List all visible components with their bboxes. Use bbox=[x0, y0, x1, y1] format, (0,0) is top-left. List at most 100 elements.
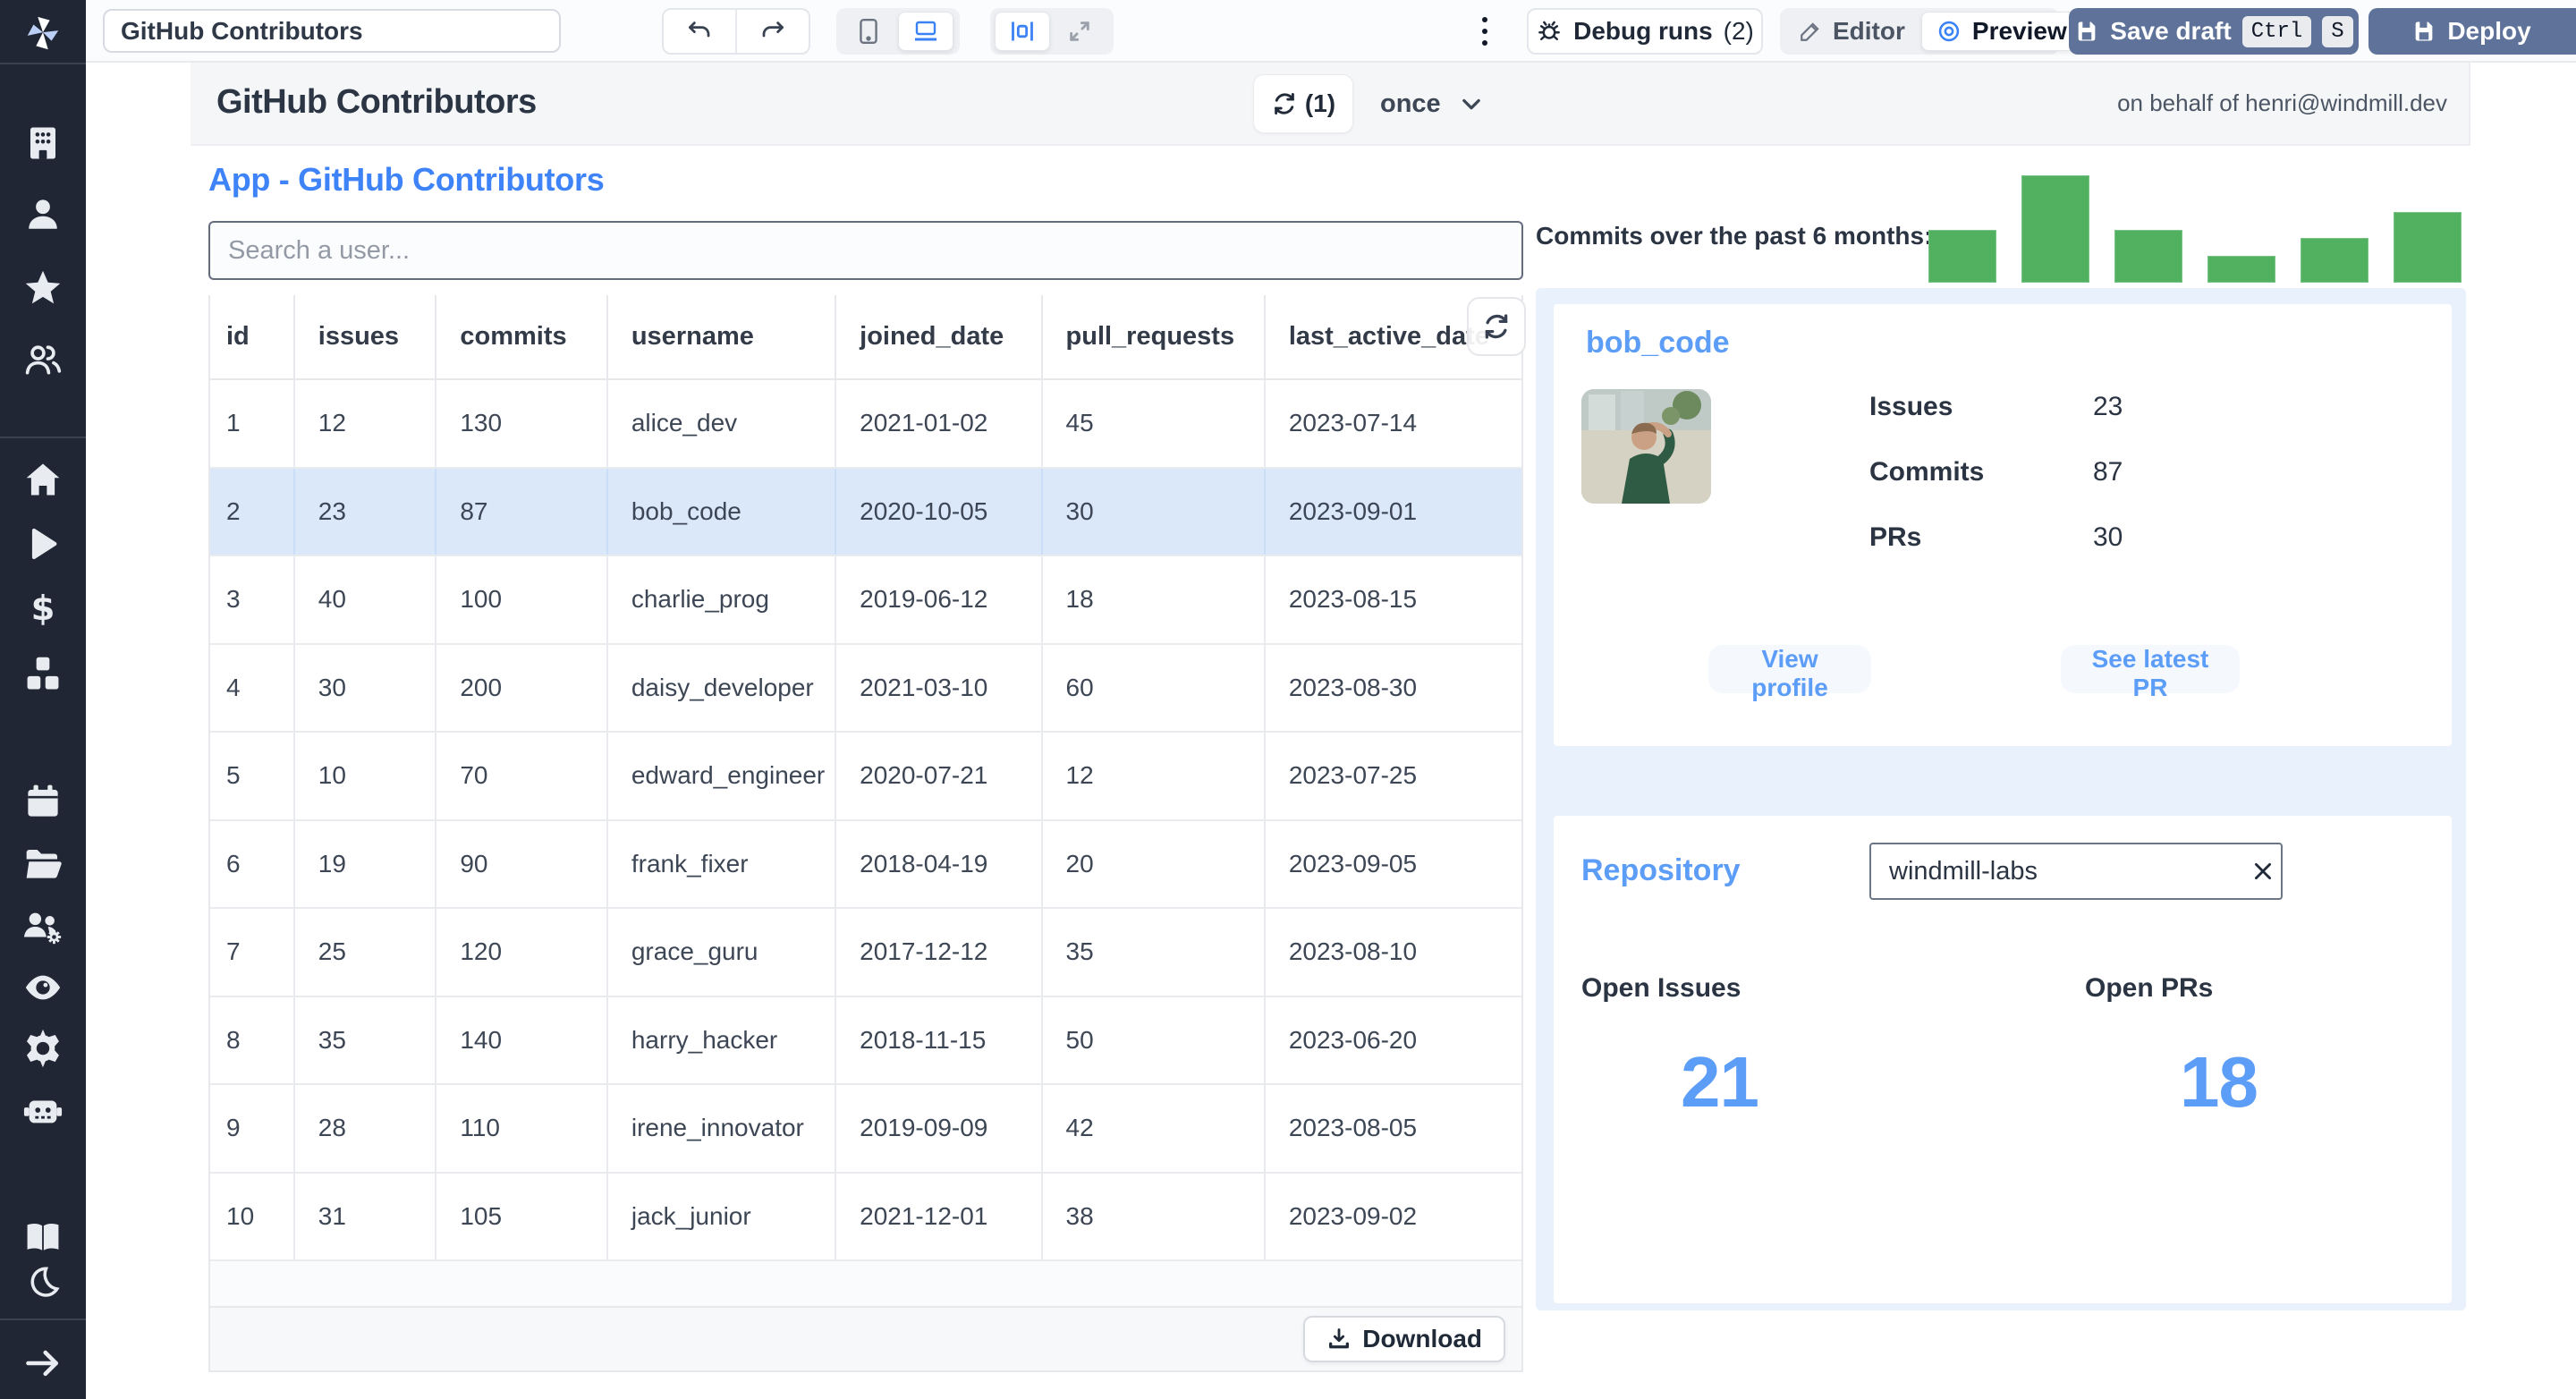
commit-bar bbox=[2394, 212, 2462, 283]
see-latest-pr-button[interactable]: See latest PR bbox=[2061, 645, 2240, 701]
centered-layout-toggle[interactable] bbox=[995, 12, 1050, 51]
eye-icon[interactable] bbox=[0, 962, 86, 1013]
cubes-icon[interactable] bbox=[0, 649, 86, 700]
more-options-button[interactable] bbox=[1463, 10, 1506, 53]
table-row[interactable]: 1 12 130 alice_dev 2021-01-02 45 2023-07-14 bbox=[210, 380, 1521, 469]
table-cell: 19 bbox=[295, 820, 437, 907]
app-header-band: GitHub Contributors (1) once on behalf o… bbox=[191, 63, 2470, 146]
table-row[interactable]: 9 28 110 irene_innovator 2019-09-09 42 2023-08… bbox=[210, 1085, 1521, 1174]
table-cell: 4 bbox=[210, 644, 295, 731]
search-user-input[interactable] bbox=[208, 221, 1523, 280]
table-cell: 8 bbox=[210, 996, 295, 1083]
dollar-icon[interactable]: $ bbox=[0, 583, 86, 633]
editor-tab[interactable]: Editor bbox=[1784, 12, 1919, 51]
table-row[interactable]: 10 31 105 jack_junior 2021-12-01 38 2023-09-02 bbox=[210, 1173, 1521, 1261]
contributors-table: id issues commits username joined_date pull_r… bbox=[208, 295, 1523, 1372]
fullwidth-layout-toggle[interactable] bbox=[1052, 12, 1107, 51]
undo-button[interactable] bbox=[664, 10, 735, 53]
table-cell: 10 bbox=[295, 733, 437, 819]
windmill-logo-icon[interactable] bbox=[0, 9, 86, 59]
svg-text:$: $ bbox=[31, 589, 55, 628]
open-issues-label: Open Issues bbox=[1581, 973, 1741, 1003]
download-button[interactable]: Download bbox=[1303, 1316, 1505, 1362]
clear-input-button[interactable] bbox=[2244, 846, 2281, 896]
repository-input[interactable] bbox=[1871, 856, 2244, 886]
table-cell: 40 bbox=[295, 556, 437, 643]
preview-label: Preview bbox=[1971, 17, 2067, 45]
stat-label: PRs bbox=[1869, 521, 1922, 552]
table-cell: 45 bbox=[1043, 380, 1266, 467]
table-cell: 50 bbox=[1043, 996, 1266, 1083]
table-cell: 2019-09-09 bbox=[836, 1085, 1043, 1172]
debug-runs-button[interactable]: Debug runs (2) bbox=[1527, 8, 1763, 55]
commits-bar-chart bbox=[1928, 175, 2462, 283]
table-cell: 2023-08-15 bbox=[1288, 585, 1418, 614]
user-group-icon[interactable] bbox=[0, 335, 86, 385]
app-header-title: GitHub Contributors bbox=[216, 83, 537, 121]
schedule-dropdown[interactable]: once bbox=[1371, 74, 1493, 133]
mobile-view-toggle[interactable] bbox=[841, 12, 896, 51]
table-row[interactable]: 3 40 100 charlie_prog 2019-06-12 18 2023-08-15 bbox=[210, 556, 1521, 645]
table-row[interactable]: 6 19 90 frank_fixer 2018-04-19 20 2023-09-05 bbox=[210, 820, 1521, 909]
preview-tab[interactable]: Preview bbox=[1920, 12, 2082, 51]
gear-icon[interactable] bbox=[0, 1023, 86, 1073]
home-icon[interactable] bbox=[0, 454, 86, 504]
calendar-icon[interactable] bbox=[0, 776, 86, 827]
undo-redo-group bbox=[662, 8, 810, 55]
robot-icon[interactable] bbox=[0, 1086, 86, 1136]
table-cell: 3 bbox=[210, 556, 295, 643]
floppy-icon bbox=[2415, 21, 2433, 41]
deploy-main-button[interactable]: Deploy bbox=[2368, 8, 2574, 55]
table-cell: 12 bbox=[1043, 733, 1266, 819]
sidebar-divider bbox=[0, 1318, 86, 1320]
table-row[interactable]: 4 30 200 daisy_developer 2021-03-10 60 2023-08… bbox=[210, 644, 1521, 733]
table-cell: 70 bbox=[436, 733, 608, 819]
table-cell: 18 bbox=[1043, 556, 1266, 643]
table-cell: 23 bbox=[295, 468, 437, 555]
folder-open-icon[interactable] bbox=[0, 839, 86, 889]
book-icon[interactable] bbox=[0, 1213, 86, 1263]
table-cell: 35 bbox=[295, 996, 437, 1083]
table-header-row: id issues commits username joined_date pull_r… bbox=[210, 295, 1521, 380]
table-row[interactable]: 8 35 140 harry_hacker 2018-11-15 50 2023-06-20 bbox=[210, 996, 1521, 1085]
app-refresh-button[interactable]: (1) bbox=[1253, 74, 1353, 133]
table-cell: 2020-10-05 bbox=[836, 468, 1043, 555]
kbd-ctrl: Ctrl bbox=[2241, 15, 2312, 47]
play-icon[interactable] bbox=[0, 519, 86, 569]
table-refresh-button[interactable] bbox=[1467, 297, 1526, 356]
column-header-username: username bbox=[608, 295, 837, 378]
refresh-icon bbox=[1275, 92, 1294, 115]
table-cell: 38 bbox=[1043, 1173, 1266, 1259]
column-header-issues: issues bbox=[295, 295, 437, 378]
table-row[interactable]: 2 23 87 bob_code 2020-10-05 30 2023-09-01 bbox=[210, 468, 1521, 556]
view-profile-button[interactable]: View profile bbox=[1708, 645, 1871, 701]
group-settings-icon[interactable] bbox=[0, 902, 86, 952]
table-row[interactable]: 7 25 120 grace_guru 2017-12-12 35 2023-08-10 bbox=[210, 909, 1521, 997]
download-label: Download bbox=[1362, 1325, 1482, 1352]
schedule-mode-label: once bbox=[1380, 89, 1441, 118]
table-cell: 105 bbox=[436, 1173, 608, 1259]
table-cell: 2017-12-12 bbox=[836, 909, 1043, 996]
table-cell: 10 bbox=[210, 1173, 295, 1259]
user-icon[interactable] bbox=[0, 190, 86, 240]
star-icon[interactable] bbox=[0, 263, 86, 313]
moon-icon[interactable] bbox=[0, 1258, 86, 1308]
debug-runs-label: Debug runs bbox=[1573, 17, 1713, 45]
save-draft-button[interactable]: Save draft Ctrl S bbox=[2069, 8, 2359, 55]
profile-username-link[interactable]: bob_code bbox=[1586, 326, 1730, 360]
building-icon[interactable] bbox=[0, 118, 86, 168]
redo-button[interactable] bbox=[737, 10, 809, 53]
app-title-input[interactable] bbox=[103, 9, 561, 53]
open-prs-value: 18 bbox=[2180, 1042, 2258, 1122]
floppy-icon bbox=[2078, 21, 2096, 41]
table-cell: 2023-09-05 bbox=[1288, 849, 1418, 878]
desktop-view-toggle[interactable] bbox=[898, 12, 953, 51]
table-cell: 2023-08-30 bbox=[1288, 673, 1418, 701]
table-cell: charlie_prog bbox=[608, 556, 837, 643]
table-cell: 2023-09-02 bbox=[1288, 1201, 1418, 1230]
editor-label: Editor bbox=[1833, 17, 1905, 45]
arrow-right-icon[interactable] bbox=[0, 1338, 86, 1388]
table-cell: 6 bbox=[210, 820, 295, 907]
table-row[interactable]: 5 10 70 edward_engineer 2020-07-21 12 2023-07-… bbox=[210, 733, 1521, 821]
debug-runs-count: (2) bbox=[1723, 17, 1754, 45]
